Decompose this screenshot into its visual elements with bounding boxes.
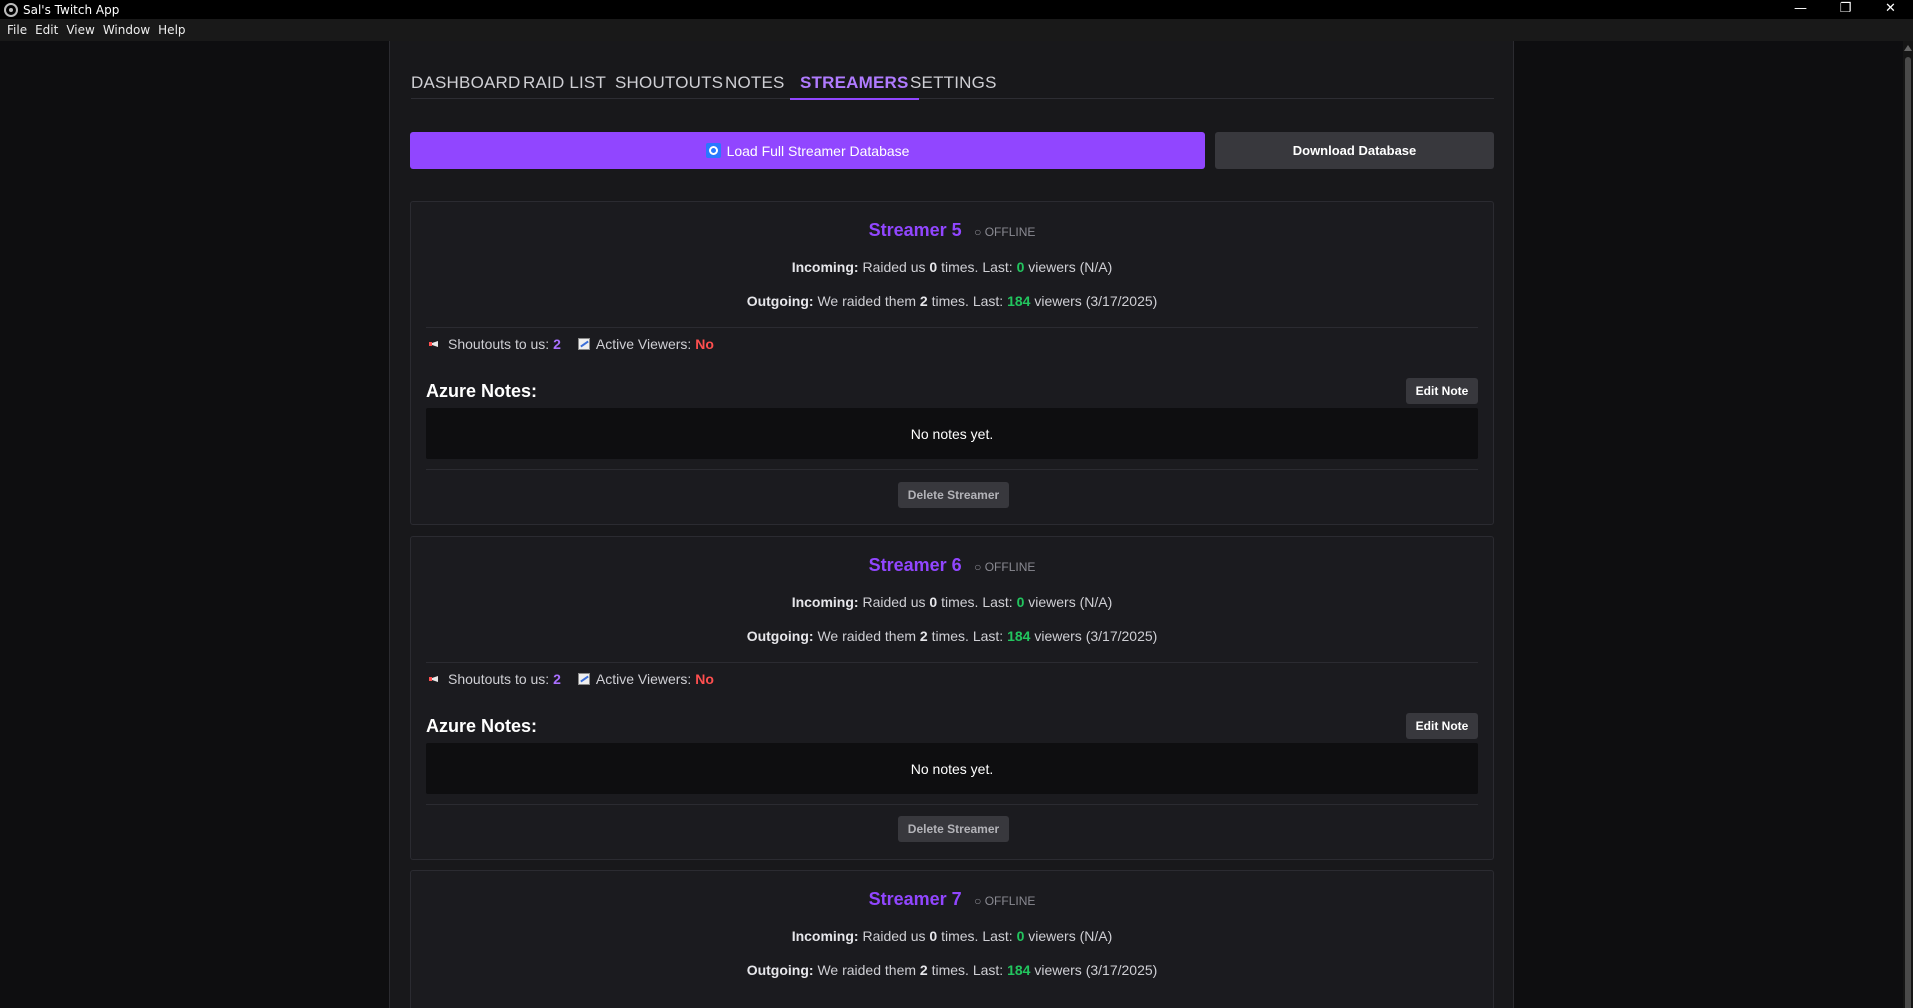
close-button[interactable]: ✕ <box>1868 0 1913 19</box>
tab-settings[interactable]: SETTINGS <box>910 67 997 99</box>
delete-streamer-button[interactable]: Delete Streamer <box>898 482 1009 508</box>
tab-dashboard[interactable]: DASHBOARD <box>411 67 521 99</box>
menu-view[interactable]: View <box>66 23 94 37</box>
scrollbar-thumb[interactable] <box>1905 57 1911 1008</box>
streamer-name: Streamer 7 <box>868 889 962 909</box>
database-icon <box>705 143 721 158</box>
main-panel: DASHBOARD RAID LIST SHOUTOUTS NOTES STRE… <box>389 41 1514 1008</box>
chart-icon <box>577 673 590 685</box>
streamer-header: Streamer 7 ○ OFFLINE <box>411 889 1493 910</box>
megaphone-icon <box>429 675 441 683</box>
tab-streamers[interactable]: STREAMERS <box>790 67 919 100</box>
app-content: DASHBOARD RAID LIST SHOUTOUTS NOTES STRE… <box>0 41 1913 1008</box>
streamer-card: Streamer 7 ○ OFFLINE Incoming: Raided us… <box>410 870 1494 1008</box>
notes-title: Azure Notes: <box>426 381 538 401</box>
load-database-label: Load Full Streamer Database <box>726 142 910 159</box>
restore-button[interactable]: ❐ <box>1823 0 1868 19</box>
minimize-button[interactable]: — <box>1778 0 1823 19</box>
edit-note-button[interactable]: Edit Note <box>1406 713 1478 739</box>
incoming-line: Incoming: Raided us 0 times. Last: 0 vie… <box>791 259 1113 275</box>
outgoing-line: Outgoing: We raided them 2 times. Last: … <box>746 962 1158 978</box>
delete-streamer-button[interactable]: Delete Streamer <box>898 816 1009 842</box>
load-database-button[interactable]: Load Full Streamer Database <box>410 132 1205 169</box>
divider <box>426 804 1478 805</box>
tab-shoutouts[interactable]: SHOUTOUTS <box>615 67 723 99</box>
tab-notes[interactable]: NOTES <box>725 67 785 99</box>
scroll-up-icon[interactable] <box>1904 45 1912 51</box>
window-title: Sal's Twitch App <box>23 2 120 17</box>
stats-row: Shoutouts to us: 2 Active Viewers: No <box>429 671 714 687</box>
incoming-line: Incoming: Raided us 0 times. Last: 0 vie… <box>791 594 1113 610</box>
title-bar: Sal's Twitch App — ❐ ✕ <box>0 0 1913 19</box>
notes-box: No notes yet. <box>426 408 1478 459</box>
download-database-button[interactable]: Download Database <box>1215 132 1494 169</box>
tab-bar: DASHBOARD RAID LIST SHOUTOUTS NOTES STRE… <box>411 67 1494 100</box>
divider <box>426 327 1478 328</box>
streamer-header: Streamer 6 ○ OFFLINE <box>411 555 1493 576</box>
divider <box>426 662 1478 663</box>
status-badge: ○ OFFLINE <box>974 894 1036 908</box>
megaphone-icon <box>429 340 441 348</box>
edit-note-button[interactable]: Edit Note <box>1406 378 1478 404</box>
app-gear-icon <box>4 2 18 17</box>
menu-edit[interactable]: Edit <box>35 23 58 37</box>
notes-title: Azure Notes: <box>426 716 538 736</box>
tab-raid-list[interactable]: RAID LIST <box>523 67 606 99</box>
status-badge: ○ OFFLINE <box>974 560 1036 574</box>
streamer-card: Streamer 5 ○ OFFLINE Incoming: Raided us… <box>410 201 1494 525</box>
notes-box: No notes yet. <box>426 743 1478 794</box>
streamer-card: Streamer 6 ○ OFFLINE Incoming: Raided us… <box>410 536 1494 860</box>
stats-row: Shoutouts to us: 2 Active Viewers: No <box>429 336 714 352</box>
streamer-name: Streamer 5 <box>868 220 962 240</box>
streamer-name: Streamer 6 <box>868 555 962 575</box>
vertical-scrollbar[interactable] <box>1903 41 1913 1008</box>
streamer-header: Streamer 5 ○ OFFLINE <box>411 220 1493 241</box>
menu-window[interactable]: Window <box>103 23 150 37</box>
menu-bar: File Edit View Window Help <box>0 19 1913 41</box>
divider <box>426 469 1478 470</box>
status-badge: ○ OFFLINE <box>974 225 1036 239</box>
menu-file[interactable]: File <box>7 23 27 37</box>
outgoing-line: Outgoing: We raided them 2 times. Last: … <box>746 293 1158 309</box>
menu-help[interactable]: Help <box>158 23 185 37</box>
window-controls: — ❐ ✕ <box>1778 0 1913 19</box>
outgoing-line: Outgoing: We raided them 2 times. Last: … <box>746 628 1158 644</box>
incoming-line: Incoming: Raided us 0 times. Last: 0 vie… <box>791 928 1113 944</box>
chart-icon <box>577 338 590 350</box>
